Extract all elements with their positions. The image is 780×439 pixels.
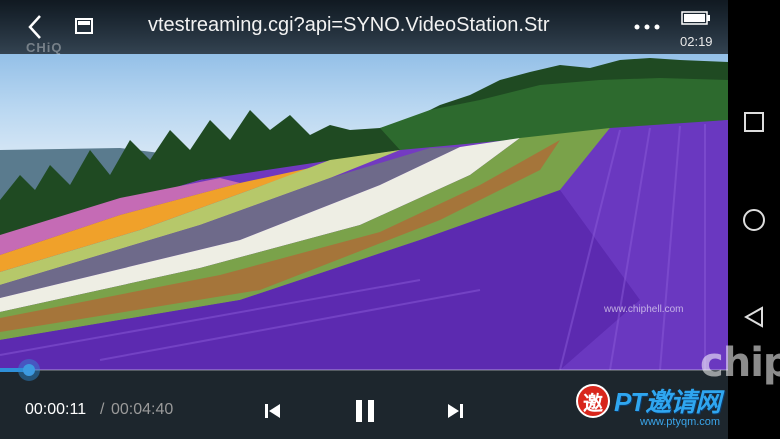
total-time: 00:04:40 — [111, 401, 174, 418]
seek-track — [0, 369, 728, 371]
skip-next-icon[interactable] — [446, 402, 464, 420]
current-time: 00:00:11 — [25, 401, 87, 418]
screen: vtestreaming.cgi?api=SYNO.VideoStation.S… — [0, 0, 780, 439]
watermark-chiq: CHiQ — [26, 40, 63, 55]
more-dots-icon[interactable] — [632, 18, 662, 36]
recent-apps-square-icon[interactable] — [744, 112, 764, 132]
back-triangle-icon[interactable] — [744, 306, 764, 328]
battery-icon — [681, 11, 710, 25]
status-clock: 02:19 — [680, 34, 713, 49]
watermark-chip-logo: chip — [700, 340, 780, 386]
watermark-chiphell: www.chiphell.com — [604, 304, 684, 315]
watermark-pt-text: PT邀请网 — [614, 387, 721, 417]
seek-bar[interactable] — [0, 359, 728, 381]
picture-in-picture-icon[interactable] — [74, 16, 94, 36]
watermark-pt-url: www.ptyqm.com — [640, 416, 721, 428]
page-title: vtestreaming.cgi?api=SYNO.VideoStation.S… — [148, 14, 550, 36]
seek-thumb[interactable] — [18, 359, 40, 381]
skip-previous-icon[interactable] — [264, 402, 282, 420]
watermark-pt-badge: 邀 — [576, 384, 610, 418]
back-chevron-icon[interactable] — [24, 12, 48, 42]
time-separator: / — [100, 401, 105, 418]
home-circle-icon[interactable] — [742, 208, 766, 232]
pause-icon[interactable] — [353, 398, 377, 424]
player-top-bar: vtestreaming.cgi?api=SYNO.VideoStation.S… — [0, 0, 728, 54]
